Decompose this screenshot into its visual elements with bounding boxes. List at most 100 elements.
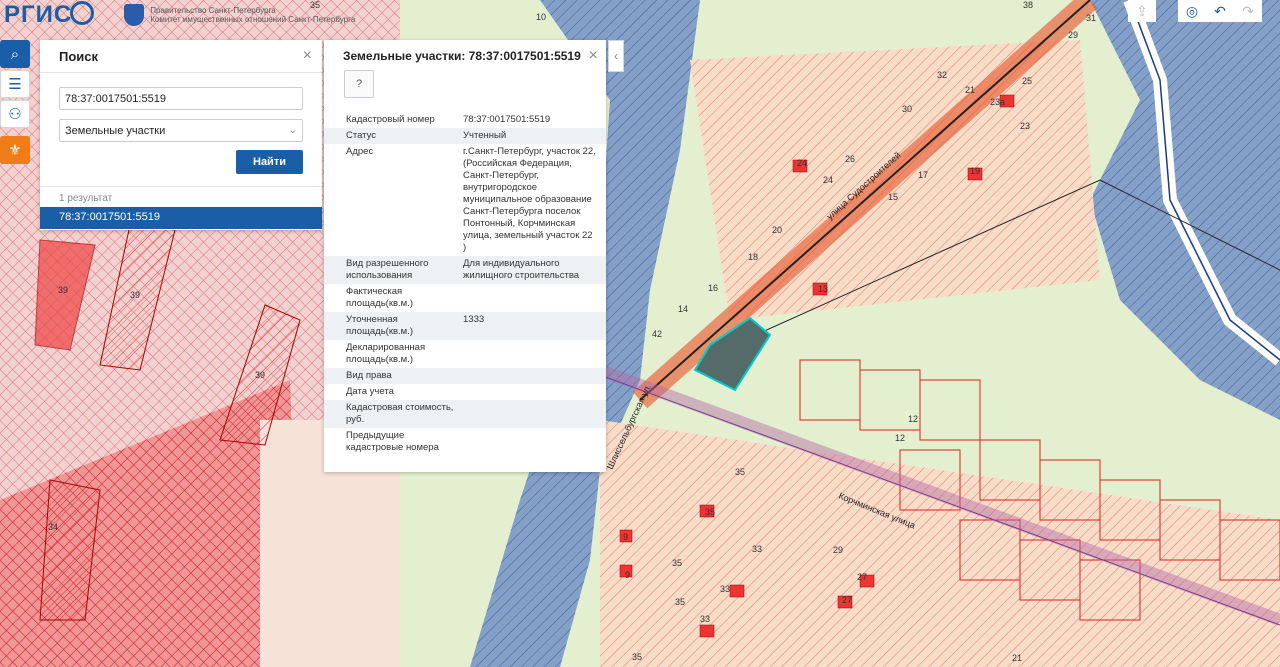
svg-text:34: 34 [48,522,58,532]
globe-icon[interactable]: ◎ [1178,0,1206,22]
result-item[interactable]: 78:37:0017501:5519 [40,207,322,229]
collapse-panel-button[interactable]: ‹ [608,40,624,72]
parcel-info-panel: Земельные участки: 78:37:0017501:5519 × … [324,40,606,472]
attribute-value: г.Санкт-Петербург, участок 22, (Российск… [463,146,596,253]
svg-text:31: 31 [1086,13,1096,23]
svg-text:29: 29 [833,545,843,555]
svg-text:35: 35 [672,558,682,568]
user-list-icon: ⚇ [8,106,22,123]
close-icon[interactable]: × [589,47,598,65]
emblem-icon: ⚜ [8,142,22,159]
chevron-left-icon: ‹ [614,49,618,63]
attribute-label: Фактическая площадь(кв.м.) [346,286,414,309]
magnifier-logo-icon [70,1,95,25]
svg-text:35: 35 [735,467,745,477]
svg-text:25: 25 [1022,76,1032,86]
attribute-label: Статус [324,128,463,144]
attribute-label: Вид права [324,368,463,384]
menu-icon: ☰ [8,76,22,93]
attribute-label: Дата учета [346,386,394,397]
svg-text:33: 33 [752,544,762,554]
svg-text:24: 24 [823,175,833,185]
svg-text:39: 39 [58,285,68,295]
attribute-row: Адрес г.Санкт-Петербург, участок 22, (Рос… [324,144,606,256]
attribute-value [463,368,606,384]
svg-text:33: 33 [700,614,710,624]
attribute-label: Адрес [346,146,374,157]
svg-text:30: 30 [902,104,912,114]
undo-icon[interactable]: ↶ [1206,0,1234,22]
svg-text:27: 27 [857,572,867,582]
chevron-down-icon: ⌄ [288,125,297,136]
info-panel-title: Земельные участки: 78:37:0017501:5519 [343,49,581,63]
find-button[interactable]: Найти [236,150,303,174]
svg-text:29: 29 [1068,30,1078,40]
help-button[interactable]: ? [344,70,374,98]
attribute-label: Декларированная площадь(кв.м.) [346,342,426,365]
svg-text:39: 39 [130,290,140,300]
search-tool-button[interactable]: ⌕ [0,40,30,68]
svg-text:17: 17 [918,170,928,180]
left-toolbar: ⌕ ☰ ⚇ ⚜ [0,40,32,166]
svg-text:10: 10 [536,12,546,22]
attribute-row: Декларированная площадь(кв.м.) [324,340,606,368]
svg-text:27: 27 [842,595,852,605]
attribute-value: Учтенный [463,128,606,144]
user-list-button[interactable]: ⚇ [0,100,30,128]
attribute-table: Кадастровый номер 78:37:0017501:5519 Стату… [324,112,606,456]
app-logo: РГИС [4,1,73,28]
export-icon[interactable]: ⇪ [1128,0,1156,22]
close-icon[interactable]: × [303,47,312,65]
attribute-row: Фактическая площадь(кв.м.) [324,284,606,312]
search-panel-title: Поиск [59,48,99,64]
attribute-label: Кадастровая стоимость, руб. [324,400,463,428]
menu-button[interactable]: ☰ [0,70,30,98]
layer-select[interactable]: Земельные участки ⌄ [59,119,303,142]
svg-text:9: 9 [625,570,630,580]
svg-text:23: 23 [1020,121,1030,131]
svg-text:23а: 23а [990,97,1005,107]
svg-text:12: 12 [895,433,905,443]
svg-text:21: 21 [1012,653,1022,663]
layer-select-value: Земельные участки [65,124,166,137]
svg-text:13: 13 [818,284,828,294]
svg-text:14: 14 [678,304,688,314]
svg-text:20: 20 [772,225,782,235]
search-icon: ⌕ [10,45,20,63]
app-header: РГИС Правительство Санкт-Петербурга Коми… [0,0,390,30]
svg-text:35: 35 [632,652,642,662]
city-crest-icon [124,4,145,26]
svg-text:24: 24 [797,158,807,168]
org-name: Правительство Санкт-Петербурга Комитет и… [150,6,356,24]
svg-text:33: 33 [720,584,730,594]
search-results: 1 результат 78:37:0017501:5519 [40,186,322,229]
attribute-label: Уточненная площадь(кв.м.) [324,312,463,340]
svg-text:12: 12 [908,414,918,424]
svg-text:35: 35 [705,507,715,517]
svg-text:42: 42 [652,329,662,339]
attribute-value: 1333 [463,312,606,340]
svg-text:18: 18 [748,252,758,262]
svg-text:19: 19 [970,166,980,176]
help-icon: ? [355,78,363,90]
svg-text:32: 32 [937,70,947,80]
emblem-button[interactable]: ⚜ [0,136,30,164]
attribute-row: Дата учета [324,384,606,400]
attribute-label: Вид разрешенного использования [324,256,463,284]
svg-text:16: 16 [708,283,718,293]
attribute-value [463,340,606,368]
search-panel: Поиск × Земельные участки ⌄ Найти 1 резу… [40,40,322,230]
svg-text:9: 9 [623,532,628,542]
search-input[interactable] [59,87,303,110]
result-count: 1 результат [59,193,113,204]
attribute-value [463,384,606,400]
svg-text:26: 26 [845,154,855,164]
svg-text:39: 39 [255,370,265,380]
attribute-label: Предыдущие кадастровые номера [346,430,439,453]
attribute-value: Для индивидуального жилищного строительс… [463,256,606,284]
attribute-value [463,428,606,456]
attribute-row: Вид разрешенного использования Для индиви… [324,256,606,284]
redo-icon[interactable]: ↷ [1234,0,1262,22]
attribute-row: Предыдущие кадастровые номера [324,428,606,456]
attribute-value: 78:37:0017501:5519 [463,114,551,125]
